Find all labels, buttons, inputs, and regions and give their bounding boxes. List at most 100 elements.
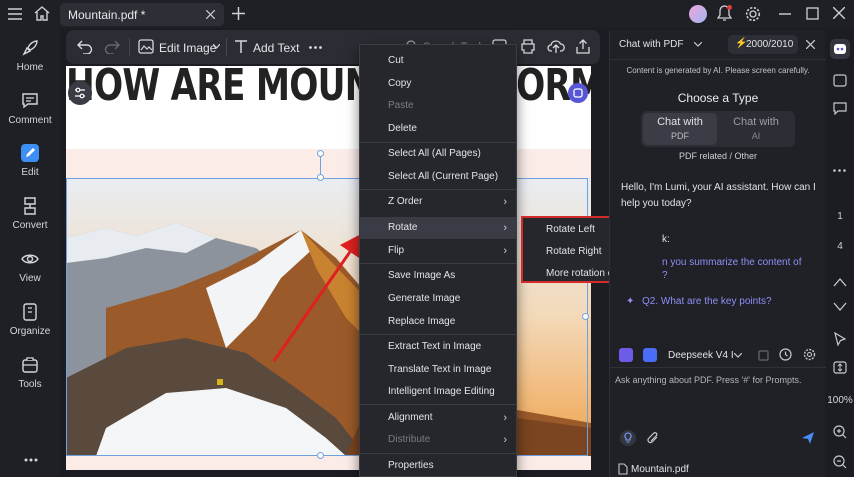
chevron-right-icon: ›: [503, 222, 507, 234]
menu-item-generate-image[interactable]: Generate Image: [360, 288, 516, 310]
sidebar-item-tools[interactable]: Tools: [0, 355, 60, 390]
scroll-up-icon[interactable]: [833, 277, 847, 287]
menu-item-copy[interactable]: Copy: [360, 73, 516, 95]
resize-handle-right[interactable]: [582, 313, 589, 320]
sidebar-item-edit[interactable]: Edit: [0, 143, 60, 178]
maximize-icon[interactable]: [806, 7, 819, 20]
menu-item-delete[interactable]: Delete: [360, 118, 516, 140]
close-chat-icon[interactable]: [806, 40, 815, 49]
add-text-icon[interactable]: [234, 39, 248, 54]
copy-chat-icon[interactable]: [756, 348, 769, 361]
suggestion-2[interactable]: Q2. What are the key points?: [642, 296, 772, 307]
menu-item-label: Save Image As: [388, 270, 456, 281]
add-text-button[interactable]: Add Text: [253, 41, 299, 55]
chevron-down-icon[interactable]: [734, 353, 742, 358]
menu-item-distribute[interactable]: Distribute ›: [360, 429, 516, 451]
rotate-handle[interactable]: [317, 150, 324, 157]
menu-item-intelligent-editing[interactable]: Intelligent Image Editing: [360, 381, 516, 403]
menu-item-label: Cut: [388, 55, 404, 66]
sidebar-item-label: Edit: [21, 167, 39, 178]
zoom-in-icon[interactable]: [833, 425, 847, 439]
chat-settings-icon[interactable]: [803, 348, 816, 361]
zoom-level[interactable]: 100%: [826, 395, 854, 406]
suggestion-1[interactable]: n you summarize the content of: [662, 257, 802, 268]
resize-handle-bottom[interactable]: [317, 452, 324, 459]
sidebar-item-convert[interactable]: Convert: [0, 196, 60, 231]
resize-handle-top[interactable]: [317, 174, 324, 181]
menu-item-replace-image[interactable]: Replace Image: [360, 311, 516, 333]
share-icon[interactable]: [576, 39, 590, 54]
chevron-right-icon: ›: [503, 412, 507, 424]
edit-image-icon[interactable]: [138, 39, 154, 54]
close-window-icon[interactable]: [833, 7, 845, 19]
upload-cloud-icon[interactable]: [547, 38, 565, 54]
chevron-down-icon[interactable]: [213, 44, 220, 49]
prompt-icon[interactable]: [619, 348, 633, 362]
avatar[interactable]: [689, 5, 707, 23]
chat-mode-select[interactable]: Chat with PDF: [619, 39, 683, 50]
toolbar-more-icon[interactable]: [309, 46, 322, 49]
sidebar-item-organize[interactable]: Organize: [0, 302, 60, 337]
organize-icon: [20, 302, 40, 322]
chat-type-ai[interactable]: Chat with AI: [719, 113, 793, 145]
zoom-out-icon[interactable]: [833, 455, 847, 469]
right-rail: 1 4 100%: [826, 28, 854, 477]
menu-item-alignment[interactable]: Alignment ›: [360, 407, 516, 429]
credits-count: 2000/2010: [746, 39, 794, 50]
menu-item-label: Rotate: [388, 222, 418, 233]
menu-item-select-all-pages[interactable]: Select All (All Pages): [360, 143, 516, 165]
attachment-icon[interactable]: [646, 431, 660, 445]
edit-image-button[interactable]: Edit Image: [159, 41, 216, 55]
credits-badge[interactable]: ⚡ 2000/2010: [728, 35, 798, 54]
fit-page-icon[interactable]: [833, 361, 847, 374]
menu-item-paste[interactable]: Paste: [360, 95, 516, 117]
menu-item-rotate[interactable]: Rotate ›: [360, 217, 516, 239]
send-icon[interactable]: [801, 431, 815, 445]
new-tab-icon[interactable]: [232, 7, 245, 20]
lightbulb-icon[interactable]: [620, 430, 636, 446]
chevron-down-icon[interactable]: [694, 42, 702, 47]
history-icon[interactable]: [779, 348, 792, 361]
sidebar-item-view[interactable]: View: [0, 249, 60, 284]
select-cursor-icon[interactable]: [834, 332, 846, 346]
menu-item-label: Flip: [388, 245, 405, 256]
chat-input[interactable]: Ask anything about PDF. Press '#' for Pr…: [615, 375, 802, 385]
menu-item-translate-text[interactable]: Translate Text in Image: [360, 359, 516, 381]
panel-toggle-icon[interactable]: [833, 74, 847, 87]
document-tab[interactable]: Mountain.pdf *: [60, 3, 224, 26]
home-icon[interactable]: [34, 6, 50, 21]
more-options-icon[interactable]: [24, 458, 38, 462]
sidebar-item-label: Tools: [18, 379, 42, 390]
menu-item-z-order[interactable]: Z Order ›: [360, 191, 516, 213]
menu-item-label: Select All (Current Page): [388, 171, 499, 182]
chat-category: PDF related / Other: [678, 151, 758, 161]
menu-item-save-image-as[interactable]: Save Image As: [360, 265, 516, 287]
menu-item-flip[interactable]: Flip ›: [360, 240, 516, 262]
ai-assistant-float-icon[interactable]: [568, 83, 588, 103]
menu-item-select-all-current[interactable]: Select All (Current Page): [360, 166, 516, 188]
menu-item-label: Select All (All Pages): [388, 148, 481, 159]
menu-item-properties[interactable]: Properties: [360, 455, 516, 477]
chevron-right-icon: ›: [503, 245, 507, 257]
close-tab-icon[interactable]: [206, 10, 215, 19]
ai-chat-rail-icon[interactable]: [830, 39, 850, 59]
image-settings-icon[interactable]: [68, 81, 92, 105]
minimize-icon[interactable]: [779, 13, 791, 15]
chat-type-pdf[interactable]: Chat with PDF: [643, 113, 717, 145]
comments-rail-icon[interactable]: [833, 102, 847, 115]
print-icon[interactable]: [520, 39, 536, 54]
model-selector[interactable]: Deepseek V4 I: [668, 350, 734, 361]
menu-item-extract-text[interactable]: Extract Text in Image: [360, 336, 516, 358]
sidebar-item-home[interactable]: Home: [0, 38, 60, 73]
scroll-down-icon[interactable]: [833, 302, 847, 312]
notification-bell-icon[interactable]: [717, 5, 732, 22]
undo-icon[interactable]: [77, 39, 93, 54]
menu-item-cut[interactable]: Cut: [360, 50, 516, 72]
sidebar-item-comment[interactable]: Comment: [0, 91, 60, 126]
rail-more-icon[interactable]: [833, 169, 846, 172]
settings-gear-icon[interactable]: [745, 6, 761, 22]
suggestion-1-tail[interactable]: ?: [662, 270, 668, 281]
title-bar: Mountain.pdf *: [0, 0, 854, 28]
menu-icon[interactable]: [8, 8, 22, 20]
redo-icon[interactable]: [104, 39, 120, 54]
